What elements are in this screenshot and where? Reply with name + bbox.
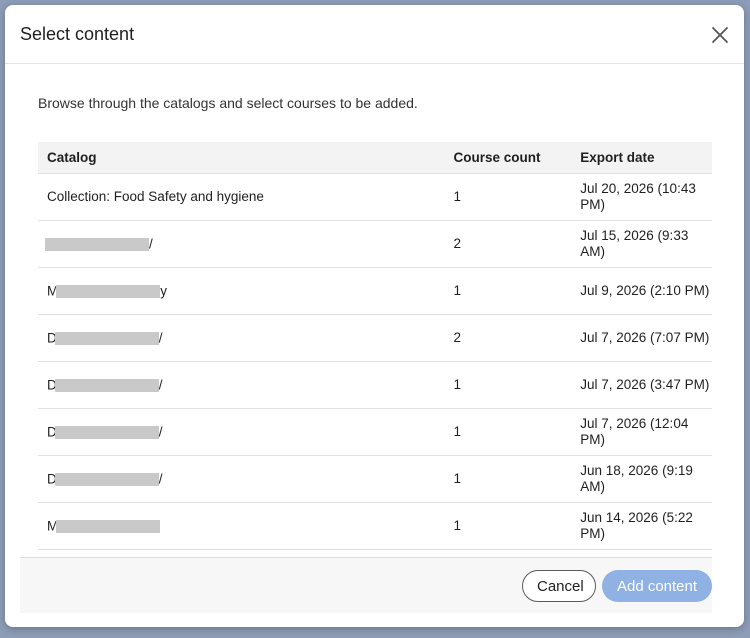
dialog-footer: Cancel Add content — [20, 557, 712, 613]
redacted-text — [54, 425, 159, 439]
catalog-table-body: Collection: Food Safety and hygiene 1 Jul … — [38, 173, 712, 550]
export-date-cell: Jul 9, 2026 (2:10 PM) — [571, 267, 712, 315]
catalog-suffix: / — [149, 236, 153, 252]
dialog-body: Browse through the catalogs and select c… — [5, 64, 744, 557]
course-count-cell: 1 — [444, 502, 572, 550]
export-date-cell: Jun 14, 2026 (5:22 PM) — [571, 502, 712, 550]
redacted-text — [54, 472, 159, 486]
course-count-cell: 1 — [444, 173, 572, 221]
table-row[interactable]: D/1 Jun 18, 2026 (9:19 AM) — [38, 455, 712, 503]
course-count-cell: 2 — [444, 314, 572, 362]
catalog-cell: M — [38, 502, 445, 550]
catalog-cell: D / — [38, 455, 445, 503]
table-header-row: Catalog Course count Export date — [38, 142, 712, 174]
catalog-cell: D / — [38, 408, 445, 456]
course-count-cell: 1 — [444, 408, 572, 456]
dialog-description: Browse through the catalogs and select c… — [38, 95, 418, 111]
export-date-cell: Jul 7, 2026 (3:47 PM) — [571, 361, 712, 409]
header-export-date[interactable]: Export date — [571, 142, 712, 174]
course-count-cell: 1 — [444, 267, 572, 315]
redacted-text — [45, 237, 149, 251]
catalog-suffix: / — [158, 424, 163, 440]
catalog-suffix: / — [158, 471, 163, 487]
export-date-cell: Jun 18, 2026 (9:19 AM) — [571, 455, 712, 503]
table-row[interactable]: / 2 Jul 15, 2026 (9:33 AM) — [38, 220, 712, 268]
dialog-title: Select content — [20, 24, 135, 44]
catalog-table: Catalog Course count Export date Collect… — [38, 142, 712, 550]
course-count-cell: 2 — [444, 220, 572, 268]
header-catalog[interactable]: Catalog — [38, 142, 445, 174]
table-row[interactable]: D/1 Jul 7, 2026 (12:04 PM) — [38, 408, 712, 456]
table-row[interactable]: D/2 Jul 7, 2026 (7:07 PM) — [38, 314, 712, 362]
catalog-cell: Collection: Food Safety and hygiene — [38, 173, 445, 221]
export-date-cell: Jul 15, 2026 (9:33 AM) — [571, 220, 712, 268]
select-content-dialog: Select content Browse through the catalo… — [5, 5, 744, 627]
catalog-cell: My — [38, 267, 445, 315]
export-date-cell: Jul 7, 2026 (12:04 PM) — [571, 408, 712, 456]
course-count-cell: 1 — [444, 361, 572, 409]
export-date-cell: Jul 7, 2026 (7:07 PM) — [571, 314, 712, 362]
catalog-suffix: / — [158, 377, 163, 393]
table-row[interactable]: D/1 Jul 7, 2026 (3:47 PM) — [38, 361, 712, 409]
table-row[interactable]: M 1 Jun 14, 2026 (5:22 PM) — [38, 502, 712, 550]
redacted-text — [54, 331, 159, 345]
close-icon — [712, 27, 728, 43]
catalog-cell: / — [38, 220, 445, 268]
export-date-cell: Jul 20, 2026 (10:43 PM) — [571, 173, 712, 221]
header-course-count[interactable]: Course count — [444, 142, 572, 174]
close-button[interactable] — [708, 23, 732, 47]
cancel-button[interactable]: Cancel — [522, 570, 596, 602]
table-row[interactable]: My 1 Jul 9, 2026 (2:10 PM) — [38, 267, 712, 315]
dialog-header: Select content — [5, 5, 744, 64]
redacted-text — [54, 378, 159, 392]
course-count-cell: 1 — [444, 455, 572, 503]
catalog-cell: D / — [38, 361, 445, 409]
redacted-text — [56, 284, 161, 298]
catalog-name: Collection: Food Safety and hygiene — [47, 189, 264, 204]
table-row[interactable]: Collection: Food Safety and hygiene 1 Jul … — [38, 173, 712, 221]
add-content-button[interactable]: Add content — [602, 570, 712, 602]
catalog-suffix: y — [160, 283, 167, 299]
catalog-cell: D / — [38, 314, 445, 362]
catalog-suffix: / — [158, 330, 163, 346]
redacted-text — [56, 519, 161, 533]
